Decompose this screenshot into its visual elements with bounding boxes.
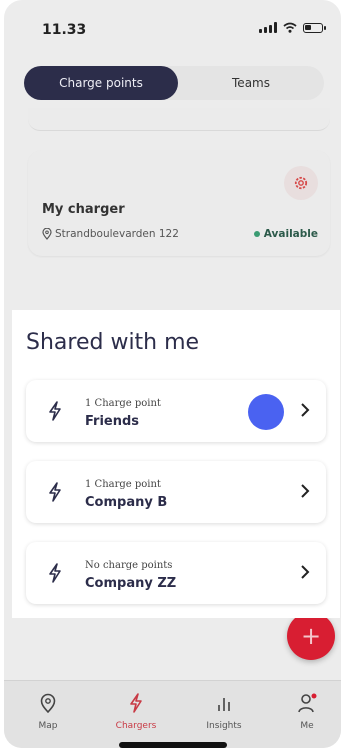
status-bar: 11.33: [4, 0, 341, 56]
person-icon: [298, 693, 317, 713]
charger-address: Strandboulevarden 122: [55, 228, 179, 240]
chevron-right-icon: [301, 403, 310, 417]
signal-icon: [259, 22, 277, 33]
tab-charge-points[interactable]: Charge points: [24, 66, 178, 100]
item-subtitle: No charge points: [85, 560, 173, 571]
shared-with-me-panel: Shared with me 1 Charge point Friends 1 …: [12, 310, 340, 618]
tab-teams[interactable]: Teams: [178, 66, 324, 100]
status-dot: [253, 231, 260, 237]
location-pin-icon: [42, 228, 52, 240]
charger-address-row: Strandboulevarden 122: [42, 228, 179, 240]
item-subtitle: 1 Charge point: [85, 479, 161, 490]
status-badge: Available: [253, 228, 318, 240]
wifi-icon: [283, 22, 297, 33]
my-charger-card[interactable]: My charger Strandboulevarden 122 Availab…: [28, 150, 330, 256]
bottom-navigation: Map Chargers Insights Me: [4, 680, 341, 748]
item-name: Friends: [85, 414, 140, 429]
bolt-icon: [49, 482, 61, 502]
battery-icon: [303, 22, 326, 33]
charger-name: My charger: [42, 202, 125, 217]
gear-icon: [294, 176, 308, 190]
item-name: Company B: [85, 495, 168, 510]
nav-item-map[interactable]: Map: [18, 693, 78, 731]
chart-icon: [218, 698, 230, 711]
charger-card-partial: [28, 108, 330, 131]
nav-item-me[interactable]: Me: [277, 693, 337, 731]
bolt-icon: [49, 563, 61, 583]
chevron-right-icon: [301, 565, 310, 579]
settings-button[interactable]: [284, 166, 318, 200]
nav-label-me: Me: [300, 721, 314, 731]
chevron-right-icon: [301, 484, 310, 498]
add-button[interactable]: +: [287, 612, 335, 660]
shared-item-company-b[interactable]: 1 Charge point Company B: [26, 461, 326, 523]
nav-label-map: Map: [38, 721, 58, 731]
map-pin-icon: [40, 693, 56, 714]
nav-item-insights[interactable]: Insights: [194, 693, 254, 731]
status-text: Available: [263, 228, 318, 240]
section-title: Shared with me: [26, 330, 200, 355]
item-subtitle: 1 Charge point: [85, 398, 161, 409]
status-icons: [259, 22, 326, 33]
home-indicator: [119, 742, 227, 748]
charge-points-teams-toggle: Charge points Teams: [24, 66, 324, 100]
bolt-icon: [49, 401, 61, 421]
nav-label-chargers: Chargers: [115, 721, 157, 731]
shared-item-friends[interactable]: 1 Charge point Friends: [26, 380, 326, 442]
shared-item-company-zz[interactable]: No charge points Company ZZ: [26, 542, 326, 604]
plus-icon: +: [300, 622, 322, 650]
bolt-icon: [130, 693, 142, 713]
nav-item-chargers[interactable]: Chargers: [106, 693, 166, 731]
status-time: 11.33: [42, 22, 87, 38]
nav-label-insights: Insights: [206, 721, 242, 731]
item-name: Company ZZ: [85, 576, 177, 591]
touch-indicator: [248, 394, 284, 430]
